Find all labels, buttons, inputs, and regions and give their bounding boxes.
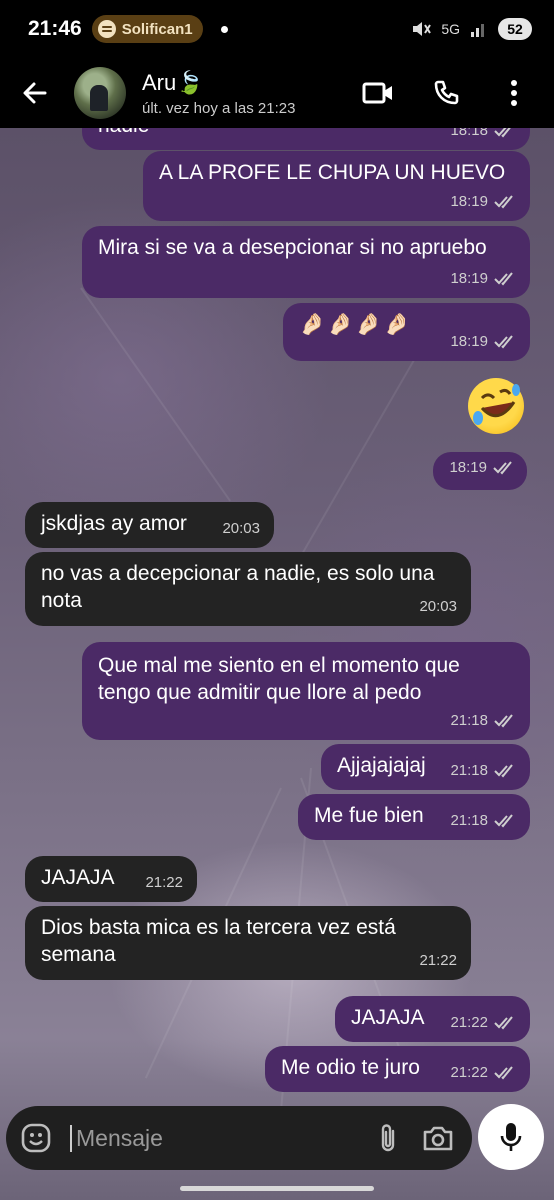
message-incoming[interactable]: jskdjas ay amor 20:03 [25, 502, 274, 548]
double-check-icon [494, 1015, 513, 1029]
attach-button[interactable] [376, 1122, 400, 1154]
wallpaper-streak [80, 287, 231, 502]
chat-messages-area[interactable]: nadie 18:18 A LA PROFE LE CHUPA UN HUEVO… [0, 128, 554, 1200]
message-meta: 21:22 [450, 1009, 516, 1036]
double-check-icon [494, 194, 513, 208]
message-meta: 21:22 [419, 947, 457, 974]
contact-name: Aru🍃 [142, 69, 204, 95]
double-check-icon [494, 1065, 513, 1079]
emoji-icon [21, 1123, 51, 1153]
message-time: 20:03 [222, 520, 260, 537]
message-input[interactable]: Mensaje [70, 1124, 163, 1152]
message-meta: 18:19 [450, 328, 516, 355]
message-time: 18:19 [450, 270, 488, 287]
message-time: 18:19 [450, 193, 488, 210]
paperclip-icon [381, 1124, 395, 1152]
arrow-left-icon [23, 82, 47, 104]
message-meta: 18:19 [449, 454, 515, 481]
message-text: Que mal me siento en el momento que teng… [98, 654, 460, 704]
message-time: 21:22 [450, 1014, 488, 1031]
spotify-text: Solifican1 [121, 20, 193, 38]
message-text: Dios basta mica es la tercera vez está s… [41, 916, 396, 966]
composer-actions [376, 1122, 458, 1154]
voice-record-button[interactable] [478, 1104, 544, 1170]
message-incoming[interactable]: JAJAJA 21:22 [25, 856, 197, 902]
camera-icon [423, 1126, 453, 1151]
message-meta: 18:19 [450, 188, 516, 215]
status-icons: 5G 52 [411, 18, 532, 40]
message-time: 20:03 [419, 598, 457, 615]
status-time: 21:46 [28, 17, 82, 40]
message-incoming[interactable]: no vas a decepcionar a nadie, es solo un… [25, 552, 471, 626]
signal-icon [471, 24, 484, 37]
phone-icon [434, 80, 459, 105]
spotify-icon [97, 20, 116, 38]
message-time: 21:22 [419, 952, 457, 969]
status-bar: 21:46 Solifican1 5G 52 [0, 0, 554, 58]
message-meta: 18:18 [450, 128, 516, 144]
double-check-icon [494, 128, 511, 137]
home-indicator[interactable] [180, 1186, 374, 1191]
message-incoming[interactable]: Dios basta mica es la tercera vez está s… [25, 906, 471, 980]
message-outgoing[interactable]: JAJAJA 21:22 [335, 996, 530, 1042]
message-time: 18:19 [449, 459, 487, 476]
double-check-icon [494, 813, 513, 827]
message-outgoing[interactable]: Me odio te juro 21:22 [265, 1046, 530, 1092]
notification-dot-icon [220, 25, 228, 33]
message-outgoing[interactable]: Que mal me siento en el momento que teng… [82, 642, 530, 740]
double-check-icon [494, 763, 513, 777]
message-text: A LA PROFE LE CHUPA UN HUEVO [159, 161, 506, 184]
message-time: 18:19 [450, 333, 488, 350]
message-time: 21:22 [145, 874, 183, 891]
emoji-button[interactable] [20, 1122, 52, 1154]
message-outgoing[interactable]: 🤌🏻🤌🏻🤌🏻🤌🏻 18:19 [283, 303, 530, 361]
network-5g-label: 5G [441, 21, 460, 37]
message-meta-bubble: 18:19 [433, 452, 527, 490]
video-call-icon [362, 82, 392, 104]
double-check-icon [493, 460, 512, 474]
voice-call-button[interactable] [416, 65, 476, 121]
message-time: 21:22 [450, 1064, 488, 1081]
message-outgoing[interactable]: Me fue bien 21:18 [298, 794, 530, 840]
video-call-button[interactable] [348, 65, 408, 121]
contact-info[interactable]: Aru🍃 últ. vez hoy a las 21:23 [142, 70, 295, 117]
message-outgoing[interactable]: A LA PROFE LE CHUPA UN HUEVO 18:19 [143, 151, 530, 221]
double-check-icon [494, 713, 513, 727]
mute-vibrate-icon [413, 22, 432, 36]
message-meta: 20:03 [222, 515, 260, 542]
spotify-now-playing-pill[interactable]: Solifican1 [91, 15, 203, 43]
rofl-emoji-icon [468, 378, 524, 434]
message-outgoing[interactable]: Mira si se va a desepcionar si no aprueb… [82, 226, 530, 298]
message-outgoing[interactable]: Ajjajajajaj 21:18 [321, 744, 530, 790]
message-text: Mira si se va a desepcionar si no aprueb… [98, 236, 487, 259]
chat-header: Aru🍃 últ. vez hoy a las 21:23 [0, 58, 554, 128]
message-meta: 21:18 [450, 707, 516, 734]
contact-last-seen: últ. vez hoy a las 21:23 [142, 99, 296, 117]
message-meta: 20:03 [419, 593, 457, 620]
message-meta: 21:18 [450, 757, 516, 784]
mic-icon [500, 1123, 522, 1151]
message-time: 18:18 [450, 128, 488, 139]
message-outgoing[interactable]: nadie 18:18 [82, 128, 530, 150]
battery-indicator: 52 [498, 18, 532, 40]
message-meta: 18:19 [450, 265, 516, 292]
double-check-icon [494, 271, 513, 285]
more-vert-icon [511, 80, 517, 106]
contact-avatar[interactable] [74, 67, 126, 119]
wallpaper-streak [300, 347, 422, 557]
message-meta: 21:22 [450, 1059, 516, 1086]
header-actions [348, 65, 544, 121]
camera-button[interactable] [422, 1124, 454, 1152]
message-composer[interactable]: Mensaje [6, 1106, 472, 1170]
message-meta: 21:18 [450, 807, 516, 834]
message-time: 21:18 [450, 712, 488, 729]
more-options-button[interactable] [484, 65, 544, 121]
double-check-icon [494, 334, 513, 348]
message-meta: 21:22 [145, 869, 183, 896]
message-time: 21:18 [450, 812, 488, 829]
message-text: no vas a decepcionar a nadie, es solo un… [41, 562, 435, 612]
back-button[interactable] [6, 64, 64, 122]
message-time: 21:18 [450, 762, 488, 779]
